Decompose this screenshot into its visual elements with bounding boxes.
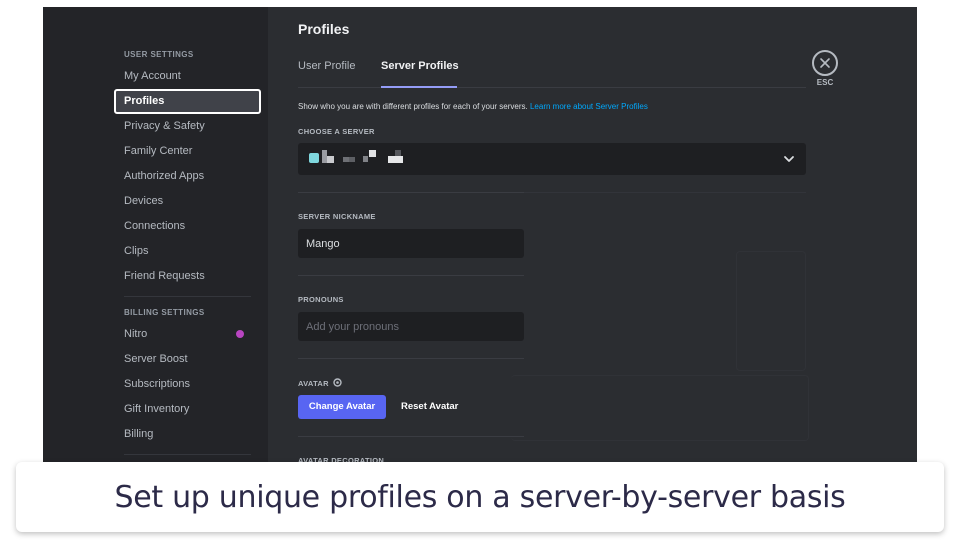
learn-more-link[interactable]: Learn more about Server Profiles <box>530 102 648 111</box>
sidebar-item-label: Server Boost <box>124 353 188 365</box>
tab-server-profiles[interactable]: Server Profiles <box>381 60 459 72</box>
sidebar-divider <box>124 454 251 455</box>
page-title: Profiles <box>298 21 350 37</box>
profiles-content: Profiles User Profile Server Profiles Sh… <box>268 7 917 487</box>
billing-settings-header: Billing Settings <box>124 308 205 317</box>
server-nickname-input[interactable] <box>298 229 524 258</box>
avatar-label-text: Avatar <box>298 379 329 388</box>
settings-window: User Settings My Account Profiles Privac… <box>43 7 917 487</box>
section-divider <box>524 192 806 193</box>
reset-avatar-button[interactable]: Reset Avatar <box>401 395 458 419</box>
sidebar-item-label: Family Center <box>124 145 193 157</box>
choose-server-label: Choose a Server <box>298 127 375 136</box>
section-divider <box>298 436 524 437</box>
pronouns-input[interactable] <box>298 312 524 341</box>
close-button[interactable]: ESC <box>810 50 840 87</box>
sidebar-item-label: Gift Inventory <box>124 403 190 415</box>
section-divider <box>298 358 524 359</box>
sidebar-item-authorized-apps[interactable]: Authorized Apps <box>114 164 261 189</box>
sidebar-item-profiles[interactable]: Profiles <box>114 89 261 114</box>
close-icon <box>812 50 838 76</box>
esc-label: ESC <box>816 78 834 87</box>
caption-text: Set up unique profiles on a server-by-se… <box>114 479 846 515</box>
server-select[interactable] <box>298 143 806 175</box>
caption-banner: Set up unique profiles on a server-by-se… <box>16 462 944 532</box>
sidebar-item-label: Subscriptions <box>124 378 191 390</box>
sidebar-item-label: Profiles <box>124 95 165 107</box>
tab-user-profile[interactable]: User Profile <box>298 60 355 72</box>
sidebar-item-billing[interactable]: Billing <box>114 422 261 447</box>
nitro-badge-icon <box>236 330 244 338</box>
sidebar-item-label: Billing <box>124 428 154 440</box>
user-settings-header: User Settings <box>124 50 194 59</box>
sidebar-item-label: Authorized Apps <box>124 170 205 182</box>
profile-preview-panel <box>511 375 809 441</box>
sidebar-item-friend-requests[interactable]: Friend Requests <box>114 264 261 289</box>
sidebar-item-gift-inventory[interactable]: Gift Inventory <box>114 397 261 422</box>
sidebar-item-label: Connections <box>124 220 186 232</box>
sidebar-item-label: Nitro <box>124 328 148 340</box>
settings-sidebar: User Settings My Account Profiles Privac… <box>43 7 268 487</box>
sidebar-item-label: My Account <box>124 70 181 82</box>
nitro-icon <box>333 378 342 387</box>
sidebar-item-devices[interactable]: Devices <box>114 189 261 214</box>
section-divider <box>298 192 524 193</box>
chevron-down-icon <box>784 156 794 162</box>
description-text: Show who you are with different profiles… <box>298 102 528 111</box>
sidebar-item-label: Clips <box>124 245 149 257</box>
sidebar-item-label: Devices <box>124 195 164 207</box>
server-nickname-label: Server Nickname <box>298 212 376 221</box>
avatar-label: Avatar <box>298 378 342 388</box>
sidebar-item-server-boost[interactable]: Server Boost <box>114 347 261 372</box>
sidebar-item-nitro[interactable]: Nitro <box>114 322 261 347</box>
sidebar-item-clips[interactable]: Clips <box>114 239 261 264</box>
sidebar-divider <box>124 296 251 297</box>
description: Show who you are with different profiles… <box>298 102 648 111</box>
sidebar-item-subscriptions[interactable]: Subscriptions <box>114 372 261 397</box>
profile-preview-panel <box>736 251 806 371</box>
sidebar-item-family-center[interactable]: Family Center <box>114 139 261 164</box>
sidebar-item-my-account[interactable]: My Account <box>114 64 261 89</box>
section-divider <box>298 275 524 276</box>
sidebar-item-label: Friend Requests <box>124 270 205 282</box>
active-tab-indicator <box>381 86 457 88</box>
sidebar-item-label: Privacy & Safety <box>124 120 205 132</box>
pronouns-label: Pronouns <box>298 295 344 304</box>
change-avatar-button[interactable]: Change Avatar <box>298 395 386 419</box>
sidebar-item-connections[interactable]: Connections <box>114 214 261 239</box>
sidebar-item-privacy-safety[interactable]: Privacy & Safety <box>114 114 261 139</box>
tab-bar-border <box>298 87 806 88</box>
